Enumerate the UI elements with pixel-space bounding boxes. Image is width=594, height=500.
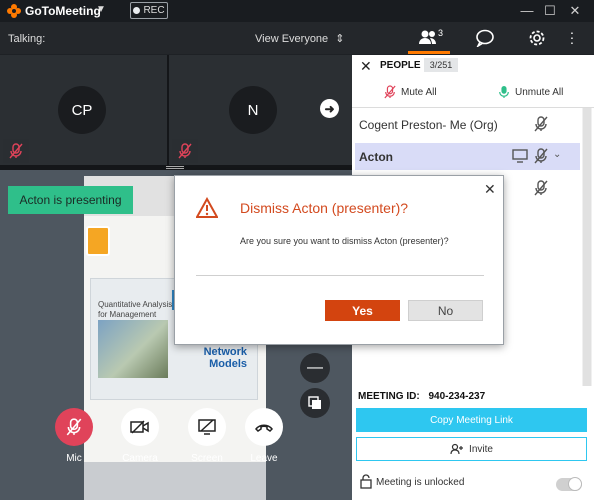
mic-muted-icon[interactable] [534,116,548,132]
book-cover-image [98,320,168,378]
leave-button[interactable] [245,408,283,446]
view-everyone-label: View Everyone [255,33,329,45]
mic-muted-icon [172,139,198,163]
unlock-icon [360,474,372,489]
invite-button[interactable]: Invite [356,437,587,461]
record-button[interactable]: REC [130,2,168,19]
mute-all-button[interactable]: Mute All [384,85,437,99]
camera-label: Camera [122,453,158,464]
avatar: N [229,86,277,134]
gear-icon[interactable] [528,29,546,47]
attendee-count-badge: 3/251 [424,58,458,72]
thumbnail-strip [84,462,266,500]
mic-muted-icon [384,85,396,99]
drag-handle-icon[interactable] [166,166,184,169]
people-count-badge: 3 [438,28,444,38]
meeting-id-value: 940-234-237 [428,391,486,402]
mute-all-label: Mute All [401,86,437,98]
invite-label: Invite [469,443,493,455]
close-icon[interactable]: ✕ [566,2,584,20]
mic-muted-icon[interactable] [534,180,548,196]
presenting-banner: Acton is presenting [8,186,133,214]
meeting-id-label: MEETING ID: [358,391,420,402]
unmute-all-label: Unmute All [515,86,564,98]
screen-label: Screen [191,453,223,464]
mic-button[interactable] [55,408,93,446]
tab-people[interactable] [408,22,450,54]
screen-share-off-icon [198,419,216,435]
app-menu-chevron-down-icon[interactable]: ▼ [96,4,106,15]
mic-label: Mic [66,453,82,464]
chat-bubble-icon[interactable] [475,29,495,47]
sort-chevron-icon: ⇕ [335,33,345,45]
dialog-message: Are you sure you want to dismiss Acton (… [240,236,449,246]
book-title: Quantitative Analysis for Management [98,300,173,319]
mic-muted-icon [3,139,29,163]
camera-off-icon [130,420,149,434]
record-dot-icon [133,7,141,14]
maximize-icon[interactable]: ☐ [541,2,559,20]
hang-up-icon [254,424,274,432]
presenter-screen-icon [512,149,528,163]
unmute-all-button[interactable]: Unmute All [498,85,563,99]
copy-meeting-link-button[interactable]: Copy Meeting Link [356,408,587,432]
leave-label: Leave [250,453,278,464]
close-icon[interactable]: ✕ [360,58,372,75]
panel-title: PEOPLE [380,60,421,71]
next-page-arrow-icon[interactable]: ➜ [320,99,339,118]
lock-toggle-knob[interactable] [568,477,582,491]
record-label: REC [143,5,165,16]
mic-off-icon [66,418,82,436]
zoom-out-button[interactable]: — [300,353,330,383]
divider [196,275,484,276]
talking-label: Talking: [8,33,46,45]
no-button[interactable]: No [408,300,483,321]
screen-button[interactable] [188,408,226,446]
meeting-id: MEETING ID: 940-234-237 [358,391,485,402]
attendee-name: Cogent Preston [359,117,443,132]
warning-icon [196,197,218,218]
scrollbar-thumb[interactable] [583,108,591,386]
view-everyone-dropdown[interactable]: View Everyone ⇕ [255,32,344,45]
add-user-icon [450,443,464,455]
dialog-title: Dismiss Acton (presenter)? [240,200,409,216]
meeting-lock-status: Meeting is unlocked [376,477,465,488]
app-title: GoToMeeting [25,4,101,18]
divider [352,107,594,108]
shared-app-icon [86,226,110,256]
avatar: CP [58,86,106,134]
copy-windows-icon [308,396,321,409]
attendee-role: - Me (Org) [442,117,498,132]
mic-muted-icon[interactable] [534,148,548,164]
more-options-icon[interactable]: · · · [566,25,578,49]
people-icon [419,30,436,44]
chevron-down-icon[interactable]: ⌄ [553,149,561,160]
mic-icon [499,86,509,98]
close-icon[interactable]: ✕ [484,181,496,198]
gotomeeting-flower-icon [7,4,21,18]
yes-button[interactable]: Yes [325,300,400,321]
camera-button[interactable] [121,408,159,446]
attendee-name: Acton [359,149,393,164]
minimize-icon[interactable]: — [518,2,536,20]
fullscreen-button[interactable] [300,388,330,418]
